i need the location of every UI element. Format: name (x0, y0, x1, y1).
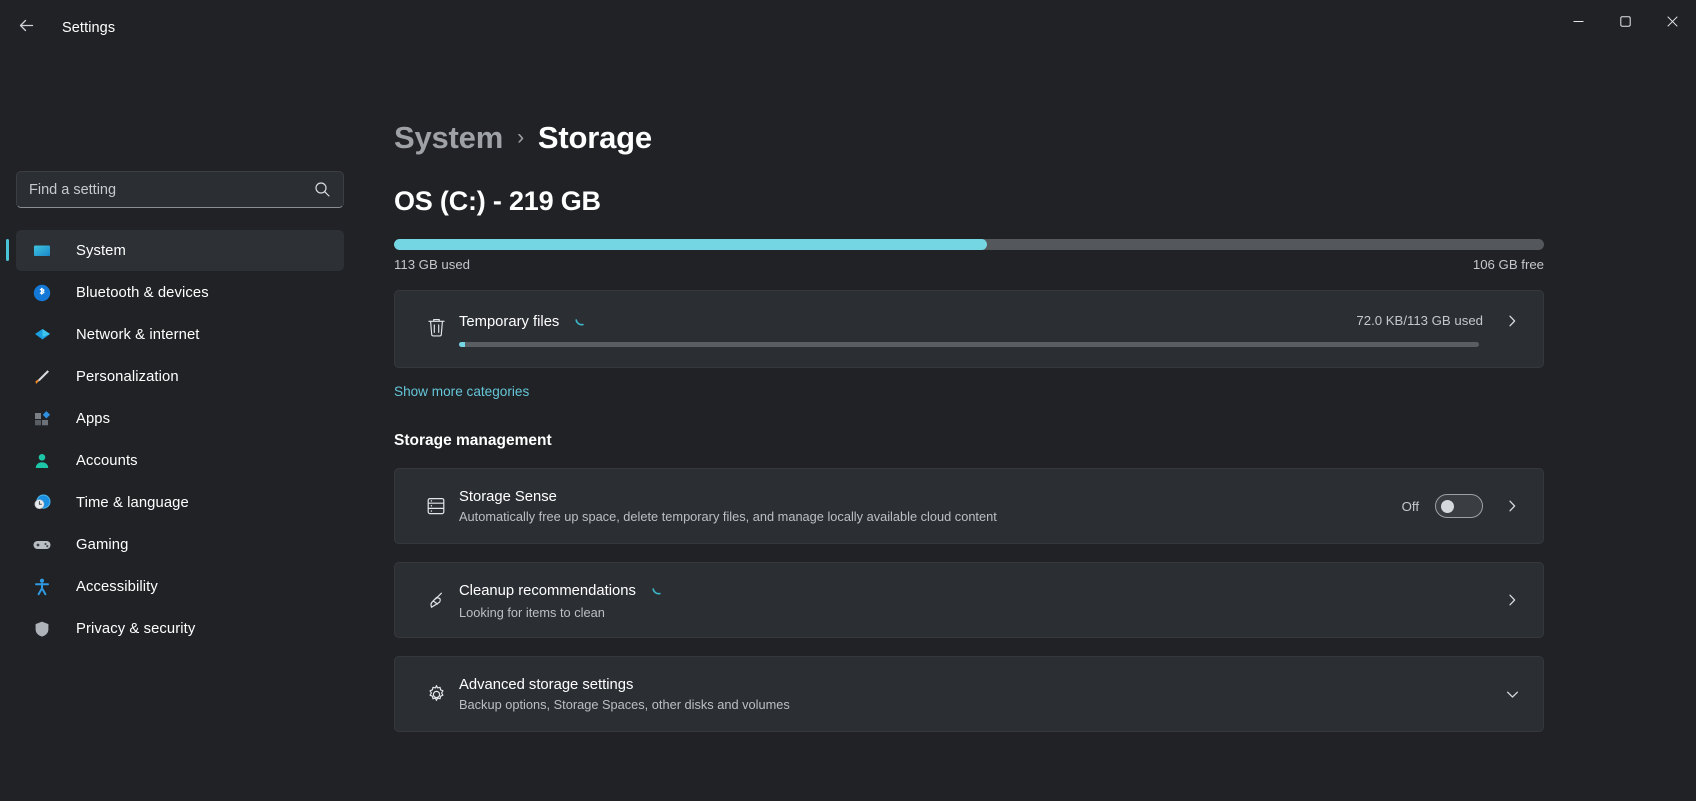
storage-management-heading: Storage management (394, 432, 552, 449)
sidebar-item-accessibility[interactable]: Accessibility (16, 566, 344, 607)
temporary-files-bar-fill (459, 342, 466, 347)
drive-used-label: 113 GB used (394, 257, 471, 272)
storage-sense-right: Off (1402, 494, 1525, 518)
advanced-storage-settings-title: Advanced storage settings (459, 676, 634, 693)
sidebar: System Bluetooth & devices (0, 56, 360, 801)
toggle-knob (1441, 499, 1454, 513)
accessibility-icon (26, 577, 58, 597)
sidebar-item-personalization[interactable]: Personalization (16, 356, 344, 397)
sidebar-item-label: Privacy & security (76, 620, 196, 637)
storage-sense-title: Storage Sense (459, 488, 557, 505)
sidebar-item-label: Apps (76, 410, 111, 427)
shield-icon (26, 619, 58, 639)
sidebar-nav: System Bluetooth & devices Network & int… (6, 230, 344, 649)
drive-usage-labels: 113 GB used 106 GB free (394, 257, 1544, 272)
temporary-files-title: Temporary files (459, 313, 560, 330)
search-icon[interactable] (314, 181, 331, 198)
chevron-right-icon[interactable] (1499, 314, 1525, 328)
monitor-icon (26, 241, 58, 261)
main-content: System › Storage OS (C:) - 219 GB 113 GB… (360, 56, 1696, 801)
sidebar-item-accounts[interactable]: Accounts (16, 440, 344, 481)
storage-sense-toggle-label: Off (1401, 498, 1419, 514)
window-body: System Bluetooth & devices (0, 56, 1696, 801)
sidebar-item-label: Accounts (76, 452, 138, 469)
temporary-files-right: 72.0 KB/113 GB used (1356, 313, 1525, 328)
sidebar-item-gaming[interactable]: Gaming (16, 524, 344, 565)
paintbrush-icon (26, 367, 58, 387)
temporary-files-meta: 72.0 KB/113 GB used (1356, 313, 1483, 328)
loading-spinner-icon (573, 311, 590, 332)
sidebar-item-label: Network & internet (76, 326, 200, 343)
sidebar-item-network-internet[interactable]: Network & internet (16, 314, 344, 355)
gear-icon (413, 682, 459, 707)
title-bar: Settings (0, 0, 1696, 56)
apps-icon (26, 409, 58, 429)
storage-sense-toggle[interactable] (1435, 494, 1483, 518)
sidebar-item-label: Gaming (76, 536, 129, 553)
clock-globe-icon (26, 492, 58, 513)
cleanup-recommendations-card[interactable]: Cleanup recommendations Looking for item… (394, 562, 1544, 638)
cleanup-recommendations-subtitle: Looking for items to clean (459, 605, 605, 620)
loading-spinner-icon (650, 580, 667, 601)
chevron-right-icon[interactable] (1499, 499, 1525, 513)
page-title: Storage (537, 120, 652, 155)
advanced-storage-settings-body: Advanced storage settings Backup options… (459, 677, 1499, 712)
caption-buttons (1555, 0, 1696, 46)
breadcrumb: System › Storage (394, 120, 1662, 156)
search-input[interactable] (29, 181, 308, 198)
sidebar-item-bluetooth-devices[interactable]: Bluetooth & devices (16, 272, 344, 313)
temporary-files-card[interactable]: Temporary files 72.0 KB/113 GB used (394, 290, 1544, 368)
sidebar-item-label: Personalization (76, 368, 179, 385)
drive-free-label: 106 GB free (1472, 257, 1544, 272)
show-more-categories-link[interactable]: Show more categories (394, 384, 529, 399)
maximize-button[interactable] (1602, 0, 1649, 46)
search-wrapper (16, 171, 344, 208)
minimize-icon (1573, 14, 1584, 32)
close-icon (1667, 14, 1678, 32)
storage-sense-body: Storage Sense Automatically free up spac… (459, 489, 1402, 524)
sidebar-item-label: System (76, 242, 126, 259)
broom-icon (413, 588, 459, 613)
chevron-right-icon[interactable] (1499, 593, 1525, 607)
cleanup-recommendations-title-row: Cleanup recommendations (459, 580, 1499, 601)
storage-sense-card[interactable]: Storage Sense Automatically free up spac… (394, 468, 1544, 544)
sidebar-item-time-language[interactable]: Time & language (16, 482, 344, 523)
bluetooth-icon (26, 283, 58, 303)
sidebar-item-apps[interactable]: Apps (16, 398, 344, 439)
network-icon (26, 324, 58, 345)
minimize-button[interactable] (1555, 0, 1602, 46)
maximize-icon (1620, 14, 1631, 32)
sidebar-item-system[interactable]: System (6, 230, 344, 271)
chevron-down-icon[interactable] (1499, 687, 1525, 702)
breadcrumb-system-link[interactable]: System (394, 120, 503, 156)
app-title: Settings (62, 20, 116, 36)
storage-sense-icon (413, 494, 459, 518)
sidebar-item-privacy-security[interactable]: Privacy & security (16, 608, 344, 649)
cleanup-recommendations-right (1499, 593, 1525, 607)
chevron-right-icon: › (517, 126, 524, 149)
advanced-storage-settings-subtitle: Backup options, Storage Spaces, other di… (459, 696, 790, 712)
cleanup-recommendations-body: Cleanup recommendations Looking for item… (459, 580, 1499, 620)
sidebar-item-label: Time & language (76, 494, 189, 511)
drive-title: OS (C:) - 219 GB (394, 186, 601, 216)
advanced-storage-settings-card[interactable]: Advanced storage settings Backup options… (394, 656, 1544, 732)
cleanup-recommendations-title: Cleanup recommendations (459, 582, 636, 599)
sidebar-item-label: Bluetooth & devices (76, 284, 209, 301)
search-box[interactable] (16, 171, 344, 208)
person-icon (26, 451, 58, 471)
gamepad-icon (26, 534, 58, 556)
storage-sense-subtitle: Automatically free up space, delete temp… (459, 508, 997, 524)
back-arrow-icon (17, 16, 36, 40)
drive-usage-bar (394, 239, 1544, 250)
advanced-storage-settings-right (1499, 687, 1525, 702)
temporary-files-bar (459, 342, 1479, 347)
close-button[interactable] (1649, 0, 1696, 46)
drive-usage-fill (394, 239, 988, 250)
settings-window: Settings Find a setting System Bluetooth… (0, 0, 1696, 801)
back-button[interactable] (8, 10, 44, 46)
trash-icon (413, 315, 459, 340)
sidebar-item-label: Accessibility (76, 578, 158, 595)
